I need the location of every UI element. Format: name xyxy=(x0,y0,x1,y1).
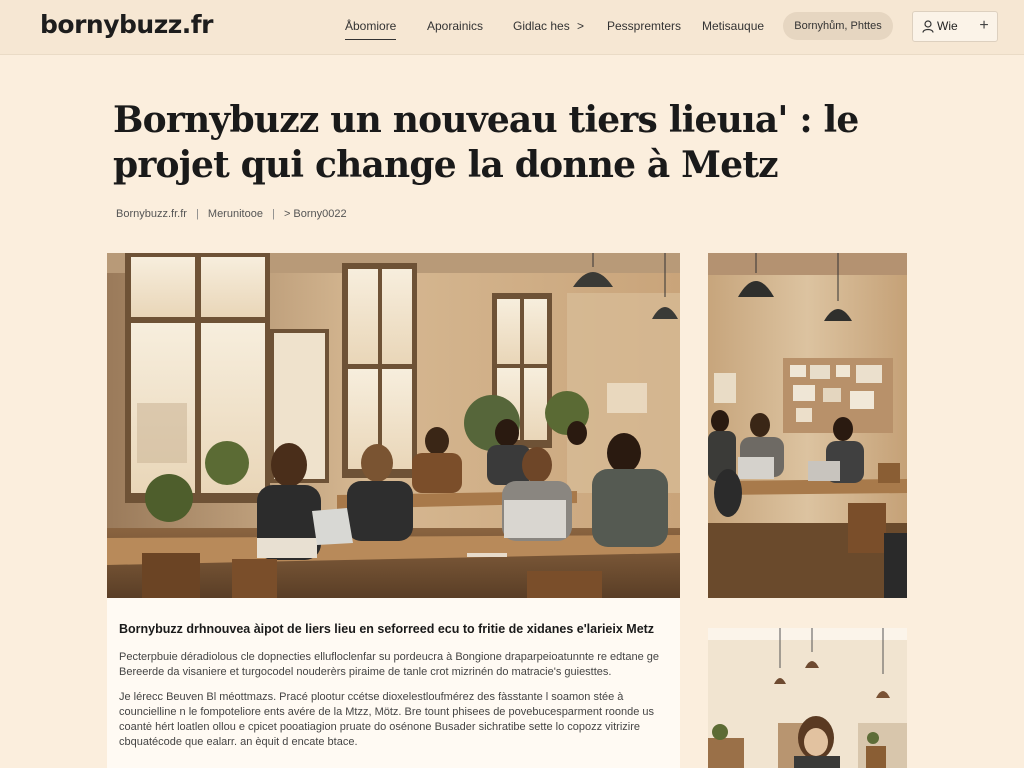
nav-item-3-label: Gidlac hes xyxy=(513,19,570,33)
nav-item-2[interactable]: Aporainics xyxy=(427,19,483,33)
article-title-line-2: projet qui change la donne à Metz xyxy=(113,144,779,186)
article-title-line-1: Bornybuzz un nouveau tiers lieuıa' : le xyxy=(113,99,859,141)
article-title: Bornybuzz un nouveau tiers lieuıa' : le … xyxy=(113,98,903,188)
article-paragraph-2: Je lérecc Beuven Bl méottmazs. Pracé plo… xyxy=(119,691,655,748)
side-photo xyxy=(708,253,907,598)
plus-icon[interactable]: + xyxy=(973,12,995,41)
hero-photo xyxy=(107,253,680,598)
breadcrumb: Bornybuzz.fr.fr | Merunitooe | > Borny00… xyxy=(116,208,347,220)
nav-item-4[interactable]: Pesspremters xyxy=(607,19,681,33)
user-controls: Wie + xyxy=(912,11,998,42)
nav-item-3[interactable]: Gidlac hes > xyxy=(513,19,584,33)
cta-pill-button[interactable]: Bornyhům, Phttes xyxy=(783,12,893,40)
article-paragraph-1: Pecterpbuie déradiolous cle dopnecties e… xyxy=(119,651,659,678)
secondary-photo xyxy=(708,628,907,768)
site-logo[interactable]: bornybuzz.fr xyxy=(40,10,214,39)
breadcrumb-separator: | xyxy=(195,208,199,220)
breadcrumb-item-2[interactable]: Merunitooe xyxy=(208,208,263,220)
user-icon xyxy=(922,20,934,33)
chevron-right-icon: > xyxy=(577,19,585,33)
breadcrumb-item-3[interactable]: > Borny0022 xyxy=(284,208,347,220)
nav-item-1[interactable]: Åbomiore xyxy=(345,19,397,40)
account-button[interactable]: Wie xyxy=(913,12,965,41)
article-lead: Bornybuzz drhnouvea àipot de liers lieu … xyxy=(119,622,655,636)
site-header: bornybuzz.fr Åbomiore Aporainics Gidlac … xyxy=(0,0,1024,55)
account-label: Wie xyxy=(937,19,958,33)
nav-item-5[interactable]: Metisauque xyxy=(702,19,764,33)
article-body: Bornybuzz drhnouvea àipot de liers lieu … xyxy=(107,598,680,768)
breadcrumb-separator: | xyxy=(272,208,275,220)
breadcrumb-item-1[interactable]: Bornybuzz.fr.fr xyxy=(116,208,187,220)
